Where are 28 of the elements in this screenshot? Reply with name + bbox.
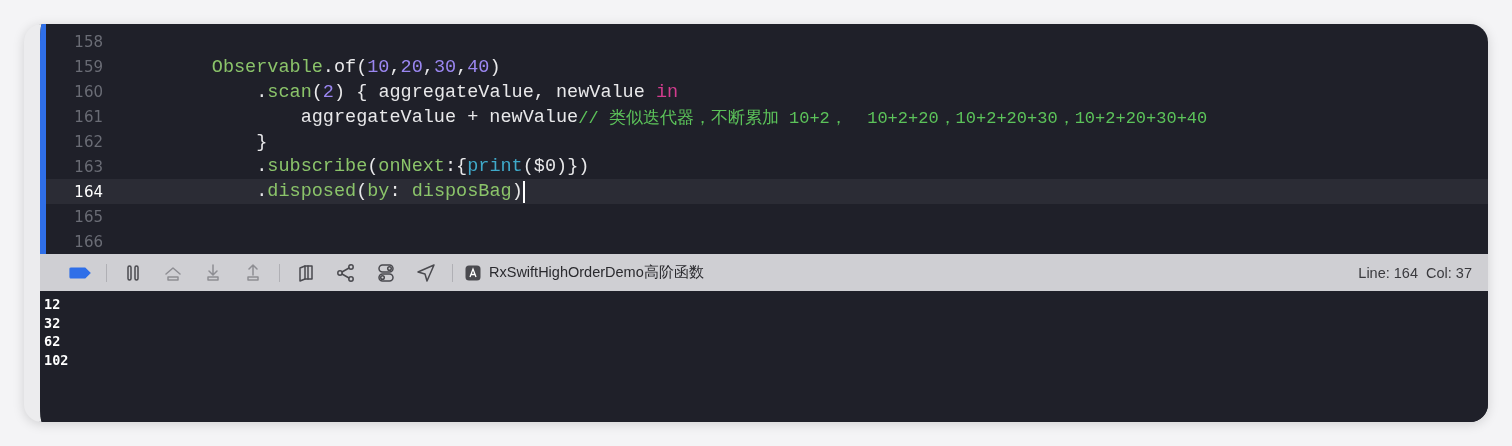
- code-line: .scan(2) { aggregateValue, newValue in: [255, 81, 679, 103]
- line-number: 162: [73, 133, 103, 151]
- code-line: aggregateValue + newValue// 类似迭代器，不断累加 10+2， 10+2+20，10+2+20+30，10+2+20+30+40: [299, 105, 1208, 129]
- breakpoint-icon: [69, 266, 91, 279]
- console-output: 102: [44, 350, 70, 369]
- console-output: 12: [44, 295, 62, 314]
- scheme-name[interactable]: RxSwiftHighOrderDemo高阶函数: [489, 263, 704, 282]
- code-line: Observable.of(10,20,30,40): [210, 56, 501, 78]
- line-number: 159: [73, 58, 103, 77]
- graph-icon: [336, 262, 356, 283]
- line-number: 160: [73, 83, 103, 102]
- line-number: 163: [73, 157, 103, 176]
- line-number: 158: [73, 33, 103, 52]
- text-cursor: [522, 180, 525, 203]
- line-number: 164: [73, 182, 103, 201]
- location-arrow-icon: [416, 262, 436, 283]
- app-icon: [465, 264, 481, 281]
- console-output: 32: [44, 313, 62, 332]
- code-line: .disposed(by: disposBag): [255, 180, 525, 203]
- console-output: 62: [44, 332, 62, 351]
- code-line: .subscribe(onNext:{print($0)}): [255, 156, 590, 178]
- line-number: 166: [73, 232, 103, 251]
- layers-icon: [296, 262, 316, 283]
- cursor-position: Line: 164 Col: 37: [1358, 264, 1472, 281]
- line-number: 165: [73, 207, 103, 226]
- code-line: }: [255, 131, 268, 153]
- toggles-icon: [376, 262, 396, 283]
- line-number: 161: [73, 108, 103, 127]
